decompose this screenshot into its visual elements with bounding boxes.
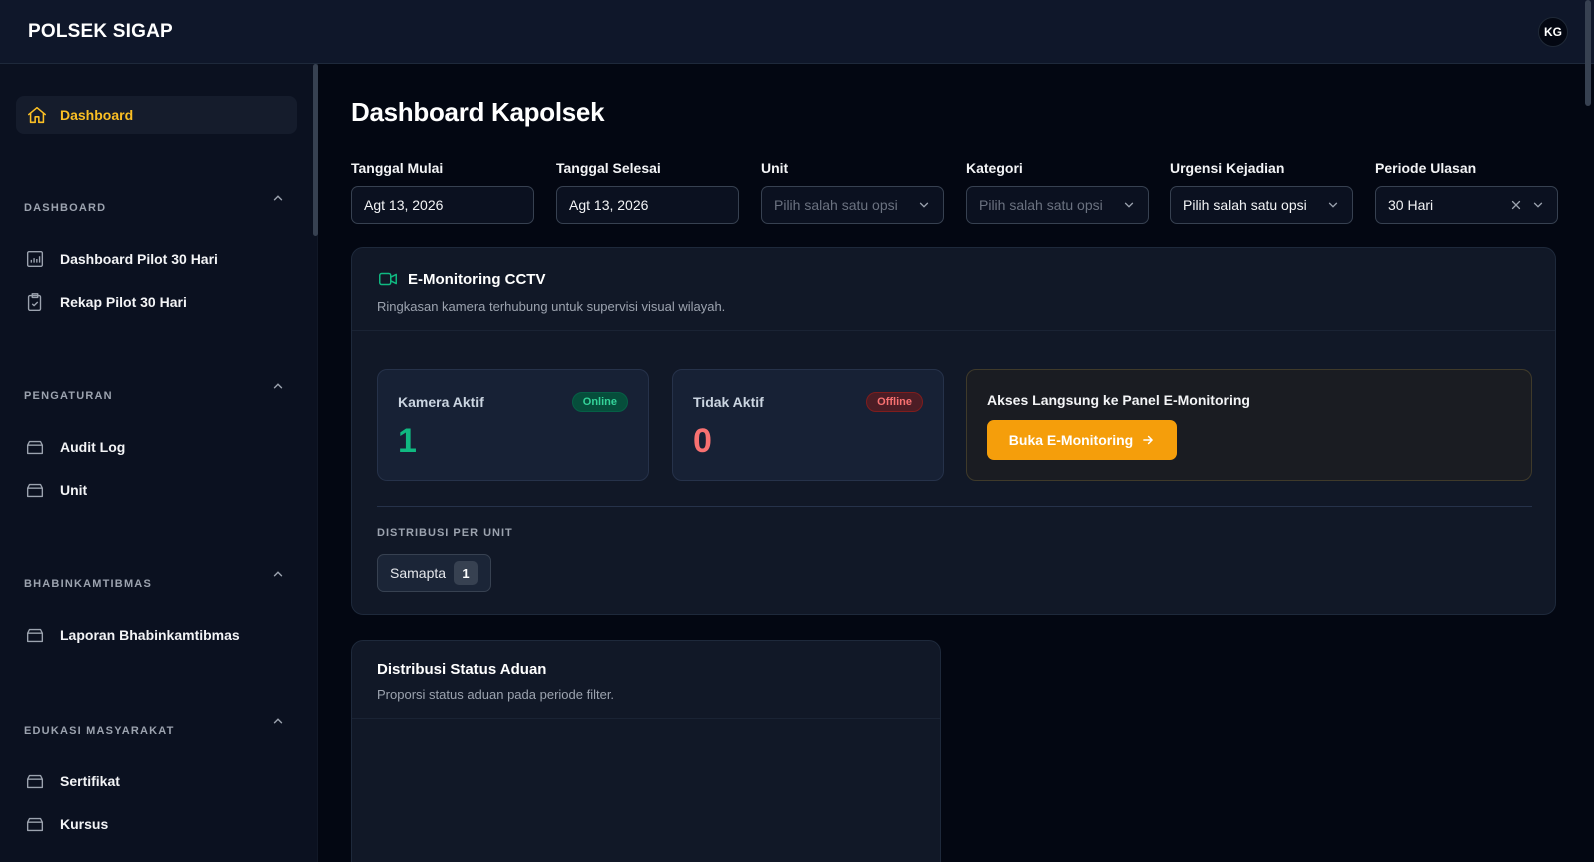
divider [377, 506, 1532, 507]
user-avatar[interactable]: KG [1538, 16, 1568, 47]
filter-tanggal-mulai: Tanggal Mulai Agt 13, 2026 [351, 160, 534, 224]
access-panel: Akses Langsung ke Panel E-Monitoring Buk… [966, 369, 1532, 481]
filter-label: Tanggal Selesai [556, 160, 661, 176]
chevron-up-icon[interactable] [271, 379, 285, 393]
sidebar-item-label: Unit [60, 482, 88, 498]
arrow-right-icon [1143, 435, 1154, 445]
sidebar-item-kursus[interactable]: Kursus [24, 810, 294, 838]
card-subtitle: Proporsi status aduan pada periode filte… [377, 687, 615, 702]
video-camera-icon [379, 272, 397, 286]
app-brand[interactable]: POLSEK SIGAP [28, 21, 173, 43]
sidebar-item-laporan-bhabinkamtibmas[interactable]: Laporan Bhabinkamtibmas [24, 621, 294, 649]
chevron-down-icon [1533, 202, 1543, 208]
card-header: Distribusi Status Aduan Proporsi status … [352, 641, 940, 719]
status-badge: Online [571, 392, 628, 412]
clear-icon[interactable] [1509, 198, 1523, 212]
filter-value: 30 Hari [1388, 197, 1434, 213]
urgensi-select[interactable]: Pilih salah satu opsi [1170, 186, 1353, 224]
kategori-select[interactable]: Pilih salah satu opsi [966, 186, 1149, 224]
open-e-monitoring-button[interactable]: Buka E-Monitoring [987, 420, 1177, 460]
sidebar-item-label: Dashboard Pilot 30 Hari [60, 251, 218, 267]
archive-box-icon [26, 628, 44, 643]
card-title: E-Monitoring CCTV [377, 268, 1530, 290]
card-subtitle: Ringkasan kamera terhubung untuk supervi… [377, 299, 726, 314]
sidebar-item-label: Sertifikat [60, 773, 120, 789]
end-date-input[interactable]: Agt 13, 2026 [556, 186, 739, 224]
chevron-up-icon[interactable] [271, 714, 285, 728]
card-header: E-Monitoring CCTV Ringkasan kamera terhu… [352, 248, 1555, 331]
sidebar-item-label: Dashboard [60, 107, 134, 123]
archive-box-icon [26, 774, 44, 789]
filter-tanggal-selesai: Tanggal Selesai Agt 13, 2026 [556, 160, 739, 224]
stat-label: Tidak Aktif [693, 394, 764, 410]
chevron-down-icon [1328, 202, 1338, 208]
card-title: Distribusi Status Aduan [377, 661, 547, 678]
unit-select[interactable]: Pilih salah satu opsi [761, 186, 944, 224]
filter-unit: Unit Pilih salah satu opsi [761, 160, 944, 224]
unit-chip-samapta[interactable]: Samapta 1 [377, 554, 492, 592]
filter-placeholder: Pilih salah satu opsi [774, 197, 898, 213]
chevron-up-icon[interactable] [271, 191, 285, 205]
archive-box-icon [26, 817, 44, 832]
home-icon [27, 106, 47, 124]
stat-label: Kamera Aktif [398, 394, 484, 410]
filter-placeholder: Pilih salah satu opsi [979, 197, 1103, 213]
sidebar-item-label: Laporan Bhabinkamtibmas [60, 627, 240, 643]
archive-box-icon [26, 483, 44, 498]
bar-chart-icon [26, 250, 44, 268]
page-scrollbar[interactable] [1585, 0, 1591, 106]
filter-kategori: Kategori Pilih salah satu opsi [966, 160, 1149, 224]
sidebar: Dashboard DASHBOARD Dashboard Pilot 30 H… [0, 64, 318, 862]
chevron-up-icon[interactable] [271, 567, 285, 581]
stat-kamera-aktif: Kamera Aktif Online 1 [377, 369, 649, 481]
top-bar: POLSEK SIGAP KG [0, 0, 1594, 64]
status-distribution-card: Distribusi Status Aduan Proporsi status … [351, 640, 941, 862]
periode-select[interactable]: 30 Hari [1375, 186, 1558, 224]
sidebar-item-rekap-pilot[interactable]: Rekap Pilot 30 Hari [24, 288, 294, 316]
group-label-dashboard: DASHBOARD [24, 202, 107, 214]
distribution-label: DISTRIBUSI PER UNIT [377, 527, 513, 539]
clipboard-check-icon [27, 293, 42, 311]
sidebar-item-unit[interactable]: Unit [24, 476, 294, 504]
card-title-text: E-Monitoring CCTV [408, 270, 546, 288]
stat-value: 1 [398, 422, 417, 460]
group-label-edukasi-masyarakat: EDUKASI MASYARAKAT [24, 725, 175, 737]
filter-value: Pilih salah satu opsi [1183, 197, 1307, 213]
sidebar-scrollbar[interactable] [313, 64, 318, 236]
filter-label: Tanggal Mulai [351, 160, 444, 176]
sidebar-item-sertifikat[interactable]: Sertifikat [24, 767, 294, 795]
stat-value: 0 [693, 422, 712, 460]
page-title: Dashboard Kapolsek [351, 97, 605, 127]
filter-label: Unit [761, 160, 789, 176]
chip-label: Samapta [390, 565, 447, 581]
sidebar-item-label: Audit Log [60, 439, 126, 455]
button-label: Buka E-Monitoring [1008, 432, 1134, 448]
access-title: Akses Langsung ke Panel E-Monitoring [987, 392, 1250, 408]
status-badge: Offline [866, 392, 923, 412]
filter-value: Agt 13, 2026 [569, 197, 649, 213]
group-label-pengaturan: PENGATURAN [24, 390, 113, 402]
sidebar-item-dashboard[interactable]: Dashboard [16, 96, 297, 134]
filter-label: Periode Ulasan [1375, 160, 1477, 176]
filter-periode-ulasan: Periode Ulasan 30 Hari [1375, 160, 1558, 224]
archive-box-icon [26, 440, 44, 455]
chip-count: 1 [454, 561, 479, 585]
sidebar-item-dashboard-pilot[interactable]: Dashboard Pilot 30 Hari [24, 245, 294, 273]
group-label-bhabinkamtibmas: BHABINKAMTIBMAS [24, 578, 152, 590]
start-date-input[interactable]: Agt 13, 2026 [351, 186, 534, 224]
filter-value: Agt 13, 2026 [364, 197, 444, 213]
chevron-down-icon [919, 202, 929, 208]
sidebar-item-label: Rekap Pilot 30 Hari [60, 294, 187, 310]
cctv-card: E-Monitoring CCTV Ringkasan kamera terhu… [351, 247, 1556, 615]
sidebar-item-label: Kursus [60, 816, 109, 832]
filter-urgensi: Urgensi Kejadian Pilih salah satu opsi [1170, 160, 1353, 224]
chevron-down-icon [1124, 202, 1134, 208]
sidebar-item-audit-log[interactable]: Audit Log [24, 433, 294, 461]
stat-tidak-aktif: Tidak Aktif Offline 0 [672, 369, 944, 481]
filter-label: Kategori [966, 160, 1023, 176]
filter-label: Urgensi Kejadian [1170, 160, 1285, 176]
